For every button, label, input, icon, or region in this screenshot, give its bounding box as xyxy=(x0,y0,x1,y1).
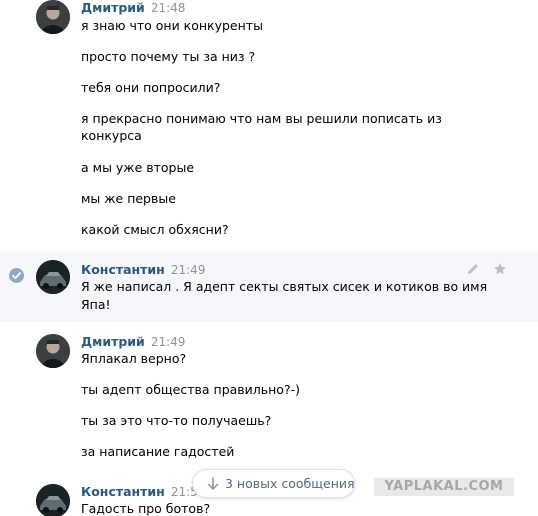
check-circle-icon[interactable] xyxy=(9,268,24,283)
message-text: Гадость про ботов? xyxy=(81,501,211,516)
author-name[interactable]: Константин xyxy=(81,262,165,277)
message-text: я прекрасно понимаю что нам вы решили по… xyxy=(81,111,442,126)
message-text: Яплакал верно? xyxy=(81,351,187,366)
pencil-icon[interactable] xyxy=(466,262,480,276)
message-text: Я же написал . Я адепт секты святых сисе… xyxy=(81,279,488,294)
message-text: просто почему ты за низ ? xyxy=(81,49,256,64)
message-text: тебя они попросили? xyxy=(81,80,221,95)
message-group: Дмитрий 21:49 Яплакал верно? ты адепт общ… xyxy=(0,334,538,464)
message-text: а мы уже вторые xyxy=(81,160,195,175)
arrow-down-icon xyxy=(207,477,219,490)
author-name[interactable]: Дмитрий xyxy=(81,0,145,15)
message-text: ты адепт общества правильно?-) xyxy=(81,382,300,397)
message-header: Константин 21:51 xyxy=(81,484,205,500)
message-text: за написание гадостей xyxy=(81,444,235,459)
car-avatar-icon[interactable] xyxy=(36,484,70,516)
message-text: Япа! xyxy=(81,297,111,312)
message-group-selected[interactable]: Константин 21:49 Я же написал . Я адепт с… xyxy=(0,260,538,320)
new-messages-label: 3 новых сообщения xyxy=(225,476,355,491)
message-text: я знаю что они конкуренты xyxy=(81,18,263,33)
message-text: мы же первые xyxy=(81,191,176,206)
new-messages-button[interactable]: 3 новых сообщения xyxy=(192,469,355,498)
message-header: Дмитрий 21:48 xyxy=(81,0,185,16)
message-text: ты за это что-то получаешь? xyxy=(81,413,272,428)
person-avatar-icon[interactable] xyxy=(36,0,70,34)
message-group: Дмитрий 21:48 я знаю что они конкуренты п… xyxy=(0,0,538,240)
message-time[interactable]: 21:48 xyxy=(151,1,186,15)
message-header: Константин 21:49 xyxy=(81,262,205,278)
chat-history: Дмитрий 21:48 я знаю что они конкуренты п… xyxy=(0,0,538,516)
watermark-logo: YAPLAKAL.COM xyxy=(374,478,514,496)
author-name[interactable]: Константин xyxy=(81,484,165,499)
message-text: какой смысл обхясни? xyxy=(81,222,229,237)
message-time[interactable]: 21:49 xyxy=(151,335,186,349)
person-avatar-icon[interactable] xyxy=(36,334,70,368)
star-icon[interactable] xyxy=(493,262,507,276)
message-text: конкурса xyxy=(81,128,142,143)
car-avatar-icon[interactable] xyxy=(36,260,70,294)
author-name[interactable]: Дмитрий xyxy=(81,334,145,349)
message-header: Дмитрий 21:49 xyxy=(81,334,185,350)
message-time[interactable]: 21:49 xyxy=(171,263,206,277)
